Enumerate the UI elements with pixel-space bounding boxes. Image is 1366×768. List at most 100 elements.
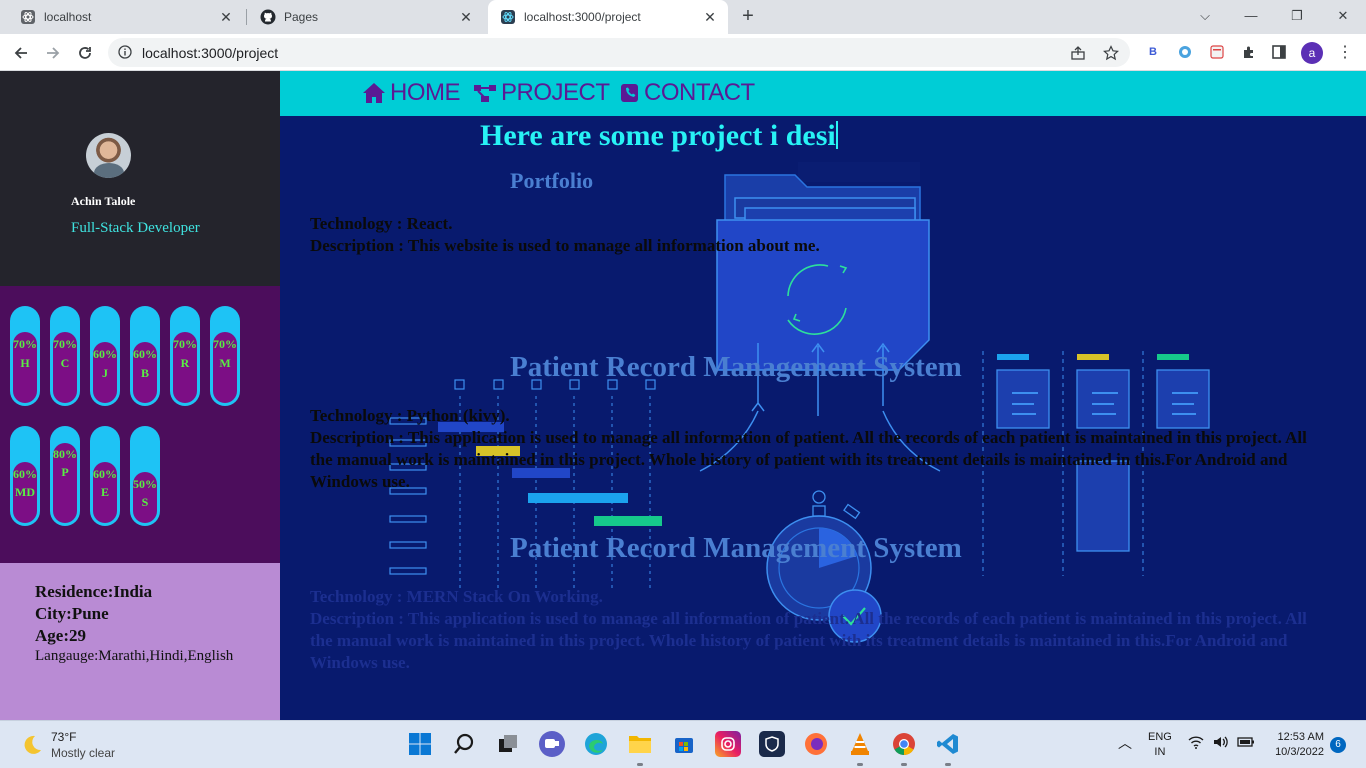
windows-start-icon[interactable] — [407, 731, 433, 757]
notification-badge[interactable]: 6 — [1330, 737, 1346, 753]
extensions-puzzle-icon[interactable] — [1240, 43, 1258, 61]
browser-tab-bar: localhost ✕ Pages ✕ localhost:3000/proje… — [0, 0, 1366, 34]
search-icon[interactable] — [451, 731, 477, 757]
tab-localhost[interactable]: localhost ✕ — [8, 0, 244, 34]
profile-role: Full-Stack Developer — [71, 220, 200, 236]
project-title: Patient Record Management System — [510, 351, 962, 383]
project-technology: Technology : React. — [310, 214, 453, 233]
extension-icon-2[interactable] — [1208, 43, 1226, 61]
vlc-icon[interactable] — [847, 731, 873, 757]
skill-pill: 80% P — [50, 426, 80, 526]
reload-icon — [79, 47, 91, 59]
security-shield-icon[interactable] — [759, 731, 785, 757]
windows-taskbar: 73°F Mostly clear ︿ ENG IN 12:53 AM 10/3… — [0, 720, 1366, 768]
close-window-button[interactable]: ✕ — [1328, 4, 1358, 28]
profile-sidebar: Achin Talole Full-Stack Developer 70% H 7… — [0, 71, 280, 720]
project-technology: Technology : MERN Stack On Working. — [310, 587, 603, 606]
nav-project-label: PROJECT — [501, 79, 610, 106]
show-hidden-icons-chevron-icon[interactable]: ︿ — [1118, 733, 1132, 753]
wifi-icon[interactable] — [1188, 735, 1204, 752]
nav-contact[interactable]: CONTACT — [620, 79, 755, 107]
site-info-icon[interactable] — [118, 45, 132, 64]
bookmark-star-icon[interactable] — [1103, 45, 1119, 61]
tab-search-chevron-icon[interactable]: ⌵ — [1190, 4, 1220, 28]
share-icon[interactable] — [1070, 45, 1086, 61]
main-content: HOME PROJECT CONTACT Here are some proje… — [280, 71, 1366, 720]
instagram-icon[interactable] — [715, 731, 741, 757]
top-navbar: HOME PROJECT CONTACT — [280, 71, 1366, 116]
tab-title: localhost:3000/project — [524, 10, 641, 24]
battery-icon[interactable] — [1237, 736, 1255, 751]
profile-name: Achin Talole — [71, 194, 136, 208]
minimize-button[interactable]: — — [1236, 4, 1266, 28]
weather-moon-icon[interactable] — [20, 733, 44, 757]
home-icon — [363, 83, 385, 103]
age-text: Age:29 — [35, 626, 86, 645]
restore-button[interactable]: ❐ — [1282, 4, 1312, 28]
skills-panel: 70% H 70% C 60% J 60% B 70% R 70% M 60% MD 80% P… — [0, 286, 280, 563]
project-description: Description : This website is used to ma… — [310, 236, 820, 255]
tab-pages[interactable]: Pages ✕ — [248, 0, 484, 34]
chrome-icon[interactable] — [891, 731, 917, 757]
microsoft-store-icon[interactable] — [671, 731, 697, 757]
skill-pill: 60% J — [90, 306, 120, 406]
language-text: Langauge:Marathi,Hindi,English — [35, 648, 234, 664]
skill-pill: 60% E — [90, 426, 120, 526]
volume-icon[interactable] — [1213, 735, 1229, 752]
react-icon — [20, 9, 36, 25]
url-text: localhost:3000/project — [142, 45, 279, 61]
tab-close-icon[interactable]: ✕ — [458, 9, 474, 25]
edge-browser-icon[interactable] — [583, 731, 609, 757]
nav-project[interactable]: PROJECT — [473, 79, 610, 107]
project-description: Description : This application is used t… — [310, 428, 1307, 491]
page-heading: Here are some project i desi — [480, 119, 838, 152]
skill-pill: 70% C — [50, 306, 80, 406]
skill-pill: 70% H — [10, 306, 40, 406]
nav-home[interactable]: HOME — [362, 79, 461, 107]
profile-avatar[interactable]: a — [1301, 42, 1323, 64]
vscode-icon[interactable] — [935, 731, 961, 757]
reload-button[interactable] — [72, 40, 98, 66]
system-clock[interactable]: 12:53 AM 10/3/2022 — [1266, 730, 1324, 760]
skill-pill: 70% M — [210, 306, 240, 406]
nav-contact-label: CONTACT — [644, 79, 755, 106]
running-indicator — [857, 763, 863, 766]
firefox-icon[interactable] — [803, 731, 829, 757]
personal-info-panel: Residence:India City:Pune Age:29 Langaug… — [0, 563, 280, 720]
skill-pill: 60% MD — [10, 426, 40, 526]
tab-close-icon[interactable]: ✕ — [702, 9, 718, 25]
project-description: Description : This application is used t… — [310, 609, 1307, 672]
bitwarden-extension-icon[interactable]: B — [1144, 43, 1162, 61]
project-title: Patient Record Management System — [510, 532, 962, 564]
phone-icon — [621, 84, 638, 102]
react-icon — [500, 9, 516, 25]
tab-title: localhost — [44, 10, 92, 24]
new-tab-button[interactable]: + — [738, 6, 758, 26]
browser-menu-icon[interactable]: ⋮ — [1336, 43, 1354, 61]
forward-button[interactable] — [40, 40, 66, 66]
forward-arrow-icon — [47, 47, 60, 59]
weather-description: Mostly clear — [51, 746, 116, 760]
project-title: Portfolio — [510, 168, 594, 193]
skill-pill: 60% B — [130, 306, 160, 406]
back-arrow-icon — [14, 47, 27, 59]
typing-cursor — [835, 121, 838, 149]
running-indicator — [945, 763, 951, 766]
skill-pill: 70% R — [170, 306, 200, 406]
running-indicator — [637, 763, 643, 766]
avatar — [86, 133, 131, 178]
extension-icon-1[interactable] — [1176, 43, 1194, 61]
profile-card: Achin Talole Full-Stack Developer — [0, 71, 280, 286]
chat-icon[interactable] — [539, 731, 565, 757]
back-button[interactable] — [8, 40, 34, 66]
tab-close-icon[interactable]: ✕ — [218, 9, 234, 25]
address-bar[interactable]: localhost:3000/project — [108, 38, 1130, 67]
project-diagram-icon — [474, 85, 496, 102]
side-panel-icon[interactable] — [1270, 43, 1288, 61]
task-view-icon[interactable] — [495, 731, 521, 757]
weather-temperature: 73°F — [51, 730, 77, 744]
tab-project-active[interactable]: localhost:3000/project ✕ — [488, 0, 728, 34]
language-indicator[interactable]: ENG IN — [1148, 730, 1172, 760]
residence-text: Residence:India — [35, 582, 153, 601]
file-explorer-icon[interactable] — [627, 731, 653, 757]
